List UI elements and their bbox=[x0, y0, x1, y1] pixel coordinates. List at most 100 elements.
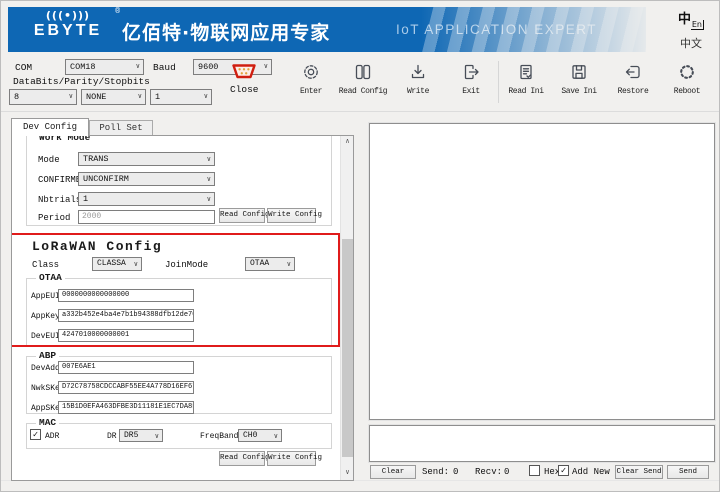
appskey-input[interactable]: 15B1D0EFA463DFBE3D11181E1EC7DA85 bbox=[58, 401, 194, 414]
brand-name: EBYTE bbox=[20, 23, 116, 39]
lorawan-read-config-button[interactable]: Read Config bbox=[219, 451, 265, 466]
work-mode-read-config-button[interactable]: Read Config bbox=[219, 208, 265, 223]
databits-select[interactable]: 8 bbox=[9, 89, 77, 105]
document-icon bbox=[516, 61, 536, 83]
deveui-label: DevEUI bbox=[31, 332, 60, 341]
tab-poll-set[interactable]: Poll Set bbox=[89, 120, 153, 135]
appeui-input[interactable]: 0000000000000000 bbox=[58, 289, 194, 302]
registered-mark: ® bbox=[115, 8, 120, 16]
lorawan-config-title: LoRaWAN Config bbox=[32, 239, 162, 254]
dr-select[interactable]: DR5 bbox=[119, 429, 163, 442]
gear-icon bbox=[301, 61, 321, 83]
mode-value: TRANS bbox=[83, 154, 109, 164]
joinmode-label: JoinMode bbox=[165, 260, 208, 270]
language-switch[interactable]: 中 En 中文 bbox=[665, 8, 717, 51]
send-count-value: 0 bbox=[453, 467, 458, 477]
class-select[interactable]: CLASSA bbox=[92, 257, 142, 271]
save-ini-button[interactable]: Save Ini bbox=[552, 61, 606, 105]
exit-icon bbox=[461, 61, 481, 83]
databits-parity-stopbits-label: DataBits/Parity/Stopbits bbox=[13, 76, 150, 87]
adr-checkbox[interactable]: ✓ bbox=[30, 429, 41, 440]
clear-button[interactable]: Clear bbox=[370, 465, 416, 479]
language-label: 中文 bbox=[665, 35, 717, 51]
ebyte-logo: (((•))) EBYTE ® bbox=[20, 10, 116, 50]
period-label: Period bbox=[38, 213, 70, 223]
banner-stripes-decoration bbox=[421, 7, 646, 52]
freqband-label: FreqBand bbox=[200, 432, 238, 441]
appkey-label: AppKey bbox=[31, 312, 60, 321]
appkey-input[interactable]: a332b452e4ba4e7b1b94388dfb12de70 bbox=[58, 309, 194, 322]
nbtrials-label: Nbtrials bbox=[38, 195, 81, 205]
deveui-input[interactable]: 4247010000000001 bbox=[58, 329, 194, 342]
scroll-up-arrow[interactable]: ∧ bbox=[341, 136, 354, 149]
devaddr-input[interactable]: 007E6AE1 bbox=[58, 361, 194, 374]
enter-label: Enter bbox=[284, 88, 338, 96]
work-mode-title: Work Mode bbox=[36, 135, 93, 143]
read-config-button[interactable]: Read Config bbox=[336, 61, 390, 105]
send-input-area[interactable] bbox=[369, 425, 715, 462]
send-count-label: Send: bbox=[422, 467, 449, 477]
freqband-select[interactable]: CH0 bbox=[238, 429, 282, 442]
reboot-button[interactable]: Reboot bbox=[660, 61, 714, 105]
dr-value: DR5 bbox=[124, 431, 138, 440]
serial-close-label: Close bbox=[230, 84, 258, 95]
confirmed-select[interactable]: UNCONFIRM bbox=[78, 172, 215, 186]
baud-label: Baud bbox=[153, 62, 176, 73]
book-icon bbox=[353, 61, 373, 83]
receive-log-area[interactable] bbox=[369, 123, 715, 420]
read-ini-label: Read Ini bbox=[499, 88, 553, 96]
scroll-down-arrow[interactable]: ∨ bbox=[341, 467, 354, 480]
nbtrials-select[interactable]: 1 bbox=[78, 192, 215, 206]
abp-title: ABP bbox=[36, 350, 59, 361]
mac-group bbox=[26, 423, 332, 449]
app-window: (((•))) EBYTE ® 亿佰特·物联网应用专家 IoT APPLICAT… bbox=[0, 0, 720, 492]
spinner-icon bbox=[677, 61, 697, 83]
add-new-line-checkbox[interactable]: ✓ bbox=[558, 465, 569, 476]
antenna-icon: (((•))) bbox=[20, 10, 116, 21]
read-config-label: Read Config bbox=[336, 88, 390, 96]
recv-count-label: Recv: bbox=[475, 467, 502, 477]
floppy-icon bbox=[569, 61, 589, 83]
tab-dev-config[interactable]: Dev Config bbox=[11, 118, 89, 136]
restore-label: Restore bbox=[606, 88, 660, 96]
work-mode-write-config-button[interactable]: Write Config bbox=[267, 208, 316, 223]
com-label: COM bbox=[15, 62, 32, 73]
stopbits-value: 1 bbox=[155, 92, 160, 102]
otaa-title: OTAA bbox=[36, 272, 65, 283]
period-input[interactable]: 2000 bbox=[78, 210, 215, 224]
save-ini-label: Save Ini bbox=[552, 88, 606, 96]
joinmode-select[interactable]: OTAA bbox=[245, 257, 295, 271]
read-ini-button[interactable]: Read Ini bbox=[499, 61, 553, 105]
recv-count-value: 0 bbox=[504, 467, 509, 477]
enter-button[interactable]: Enter bbox=[284, 61, 338, 105]
parity-value: NONE bbox=[86, 92, 106, 102]
com-select[interactable]: COM18 bbox=[65, 59, 144, 75]
restore-button[interactable]: Restore bbox=[606, 61, 660, 105]
stopbits-select[interactable]: 1 bbox=[150, 89, 212, 105]
toolbar-divider bbox=[1, 111, 720, 112]
translate-icon: 中 En bbox=[678, 8, 704, 30]
baud-value: 9600 bbox=[198, 62, 218, 72]
adr-label: ADR bbox=[45, 432, 59, 441]
banner-title-cn: 亿佰特·物联网应用专家 bbox=[122, 18, 330, 45]
mac-title: MAC bbox=[36, 417, 59, 428]
freqband-value: CH0 bbox=[243, 431, 257, 440]
confirmed-value: UNCONFIRM bbox=[83, 174, 129, 184]
hex-checkbox[interactable] bbox=[529, 465, 540, 476]
mode-select[interactable]: TRANS bbox=[78, 152, 215, 166]
serial-port-toggle[interactable]: Close bbox=[230, 63, 258, 99]
status-strip bbox=[1, 480, 720, 492]
nwkskey-input[interactable]: D72C78758CDCCABF55EE4A778D16EF67 bbox=[58, 381, 194, 394]
exit-button[interactable]: Exit bbox=[444, 61, 498, 105]
panel-scrollbar[interactable]: ∧ ∨ bbox=[340, 136, 353, 480]
serial-port-icon bbox=[231, 63, 257, 80]
write-label: Write bbox=[391, 88, 445, 96]
scrollbar-thumb[interactable] bbox=[342, 239, 353, 457]
clear-send-button[interactable]: Clear Send bbox=[615, 465, 663, 479]
lorawan-write-config-button[interactable]: Write Config bbox=[267, 451, 316, 466]
parity-select[interactable]: NONE bbox=[81, 89, 146, 105]
class-value: CLASSA bbox=[97, 259, 126, 268]
databits-value: 8 bbox=[14, 92, 19, 102]
write-button[interactable]: Write bbox=[391, 61, 445, 105]
send-button[interactable]: Send bbox=[667, 465, 709, 479]
